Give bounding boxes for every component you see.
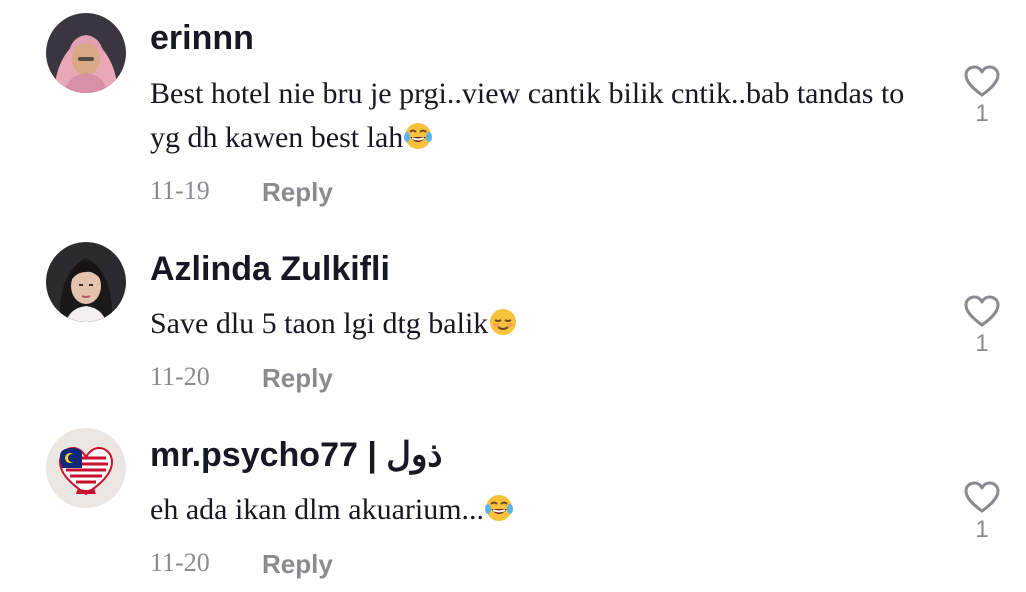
like-count: 1 xyxy=(975,100,989,127)
like-count: 1 xyxy=(975,330,989,357)
avatar[interactable] xyxy=(46,13,126,93)
comment-date: 11-19 xyxy=(150,176,210,205)
comment-item: erinnn Best hotel nie bru je prgi..view … xyxy=(0,0,1026,212)
like-button[interactable]: 1 xyxy=(960,294,1004,356)
comment-username[interactable]: erinnn xyxy=(150,21,254,55)
comment-username[interactable]: mr.psycho77 | ذول xyxy=(150,438,443,472)
heart-outline-icon xyxy=(964,295,1000,327)
relieved-face-emoji-icon xyxy=(490,309,517,335)
comment-item: Azlinda Zulkifli Save dlu 5 taon lgi dtg… xyxy=(0,212,1026,398)
like-count: 1 xyxy=(975,516,989,543)
comment-text: Best hotel nie bru je prgi..view cantik … xyxy=(150,72,940,160)
comment-text-content: Save dlu 5 taon lgi dtg balik xyxy=(150,307,489,340)
reply-button[interactable]: Reply xyxy=(262,551,333,577)
tears-of-joy-emoji-icon xyxy=(485,495,514,521)
reply-button[interactable]: Reply xyxy=(262,365,333,391)
comment-text-content: Best hotel nie bru je prgi..view cantik … xyxy=(150,77,905,154)
tears-of-joy-emoji-icon xyxy=(404,123,433,149)
heart-outline-icon xyxy=(964,481,1000,513)
avatar[interactable] xyxy=(46,428,126,508)
comment-date: 11-20 xyxy=(150,548,210,577)
avatar[interactable] xyxy=(46,242,126,322)
like-button[interactable]: 1 xyxy=(960,64,1004,126)
comment-item: mr.psycho77 | ذول eh ada ikan dlm akuari… xyxy=(0,398,1026,592)
like-button[interactable]: 1 xyxy=(960,480,1004,542)
heart-outline-icon xyxy=(964,65,1000,97)
comment-text-content: eh ada ikan dlm akuarium... xyxy=(150,493,485,526)
comment-username[interactable]: Azlinda Zulkifli xyxy=(150,252,390,286)
reply-button[interactable]: Reply xyxy=(262,179,333,205)
comment-text: eh ada ikan dlm akuarium... xyxy=(150,488,940,532)
comment-text: Save dlu 5 taon lgi dtg balik xyxy=(150,302,940,346)
comment-date: 11-20 xyxy=(150,362,210,391)
